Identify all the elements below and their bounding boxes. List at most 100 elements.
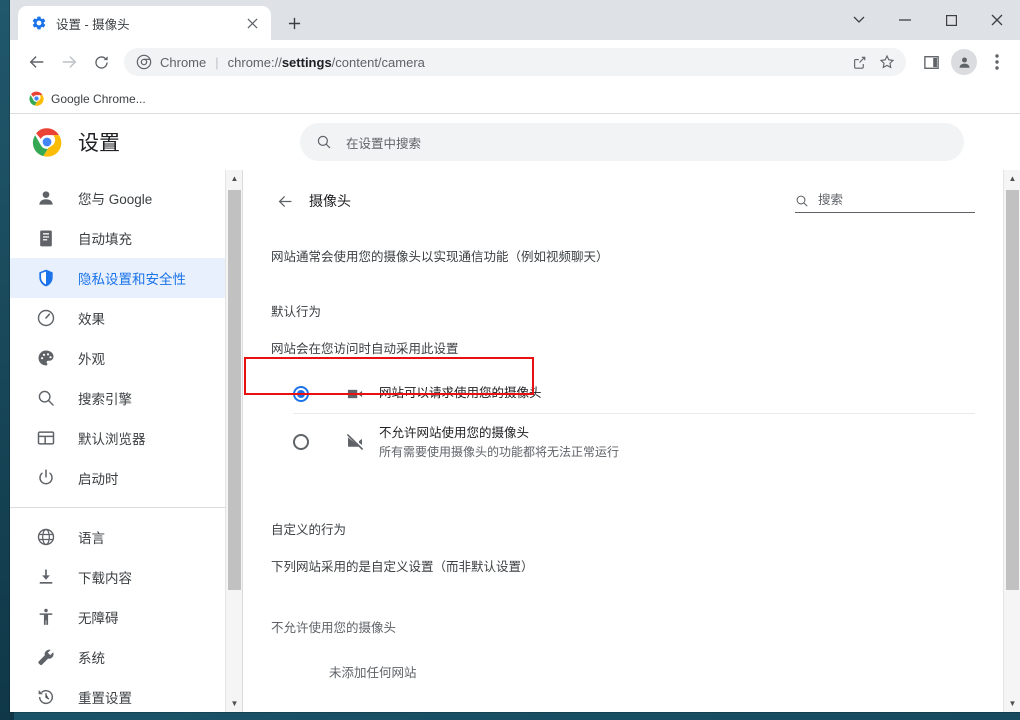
side-panel-button[interactable]	[916, 47, 946, 77]
radio-option-ask[interactable]: 网站可以请求使用您的摄像头	[271, 375, 975, 413]
sidebar-item-label: 隐私设置和安全性	[78, 272, 186, 287]
three-dot-menu-icon	[995, 54, 999, 70]
forward-button[interactable]	[54, 47, 84, 77]
sidebar-item-label: 无障碍	[78, 611, 119, 626]
content-search-field[interactable]: 搜索	[795, 189, 975, 213]
reload-button[interactable]	[86, 47, 116, 77]
settings-body: 您与 Google 自动填充 隐私设置和安全性 效果 外观 搜索引擎 默认浏览器…	[10, 170, 1020, 712]
chrome-icon	[32, 128, 62, 157]
history-restore-icon	[38, 690, 54, 705]
share-glyph-icon	[853, 56, 865, 69]
radio-button-selected[interactable]	[293, 385, 309, 402]
sidebar-item-system[interactable]: 系统	[10, 637, 242, 677]
omnibox-actions	[846, 49, 900, 75]
sidebar-item-reset-settings[interactable]: 重置设置	[10, 677, 242, 712]
sidebar-item-on-startup[interactable]: 启动时	[10, 458, 242, 498]
maximize-button[interactable]	[928, 4, 974, 36]
sidebar-item-label: 系统	[78, 651, 105, 666]
profile-avatar[interactable]	[951, 49, 977, 75]
sidebar-item-label: 外观	[78, 352, 105, 367]
sidebar-item-autofill[interactable]: 自动填充	[10, 218, 242, 258]
url-prefix: chrome://	[227, 54, 282, 70]
videocam-off-icon	[347, 434, 363, 450]
sidebar-item-privacy-and-security[interactable]: 隐私设置和安全性	[10, 258, 242, 298]
sidebar-item-accessibility[interactable]: 无障碍	[10, 597, 242, 637]
sidebar-scrollbar[interactable]: ▲ ▼	[225, 170, 242, 712]
url-bold: settings	[281, 54, 332, 70]
minimize-icon	[899, 19, 911, 21]
url-suffix: /content/camera	[331, 54, 425, 70]
bookmark-label: Google Chrome...	[51, 91, 146, 106]
back-button[interactable]	[271, 187, 299, 215]
side-panel-icon	[923, 55, 939, 69]
chrome-badge-icon	[136, 54, 152, 70]
sidebar-item-label: 搜索引擎	[78, 392, 132, 407]
share-icon[interactable]	[846, 49, 872, 75]
sidebar-item-label: 启动时	[78, 472, 119, 487]
default-behavior-sublabel: 网站会在您访问时自动采用此设置	[271, 341, 459, 356]
sidebar-item-you-and-google[interactable]: 您与 Google	[10, 178, 242, 218]
chrome-menu-button[interactable]	[982, 47, 1012, 77]
sidebar-item-label: 自动填充	[78, 232, 132, 247]
close-window-button[interactable]	[974, 4, 1020, 36]
back-button[interactable]	[22, 47, 52, 77]
radio-button-unselected[interactable]	[293, 434, 309, 451]
avatar-icon	[959, 56, 969, 68]
content-header-row: 摄像头 搜索	[271, 170, 975, 226]
sidebar-item-appearance[interactable]: 外观	[10, 338, 242, 378]
radio-option-texts: 网站可以请求使用您的摄像头	[379, 384, 542, 403]
sidebar-item-languages[interactable]: 语言	[10, 517, 242, 557]
power-icon	[39, 469, 53, 485]
star-glyph-icon	[879, 54, 895, 69]
sidebar-item-performance[interactable]: 效果	[10, 298, 242, 338]
new-tab-button[interactable]	[280, 9, 308, 37]
address-bar[interactable]: Chrome | chrome://settings/content/camer…	[124, 48, 906, 76]
scroll-down-arrow[interactable]: ▼	[1004, 695, 1020, 712]
sidebar-item-default-browser[interactable]: 默认浏览器	[10, 418, 242, 458]
plus-icon	[288, 17, 300, 29]
scroll-up-arrow[interactable]: ▲	[226, 170, 242, 187]
scroll-up-arrow[interactable]: ▲	[1004, 170, 1020, 187]
content-scroll-thumb[interactable]	[1006, 190, 1019, 590]
tab-search-button[interactable]	[836, 4, 882, 36]
radio-option-title: 不允许网站使用您的摄像头	[379, 425, 530, 440]
omnibox-separator: |	[215, 54, 219, 70]
camera-description: 网站通常会使用您的摄像头以实现通信功能（例如视频聊天）	[271, 250, 609, 264]
custom-behavior-label: 自定义的行为	[271, 522, 347, 537]
close-icon	[246, 17, 258, 29]
content-scrollbar[interactable]: ▲ ▼	[1003, 170, 1020, 712]
bookmark-item[interactable]: Google Chrome...	[23, 88, 152, 109]
radio-option-block[interactable]: 不允许网站使用您的摄像头 所有需要使用摄像头的功能都将无法正常运行	[271, 414, 975, 471]
tab-title: 设置 - 摄像头	[56, 17, 130, 32]
sidebar-scroll-thumb[interactable]	[228, 190, 241, 590]
sidebar-item-label: 下载内容	[78, 571, 132, 586]
content-search-placeholder: 搜索	[818, 193, 844, 207]
settings-page: 设置 在设置中搜索 您与 Google 自动填充 隐私设置和安全性 效果 外观 …	[10, 114, 1020, 712]
settings-header: 设置 在设置中搜索	[10, 114, 1020, 170]
minimize-button[interactable]	[882, 4, 928, 36]
bookmark-star-icon[interactable]	[874, 49, 900, 75]
download-icon	[39, 569, 53, 584]
omnibox-url: chrome://settings/content/camera	[228, 55, 425, 70]
browser-toolbar: Chrome | chrome://settings/content/camer…	[10, 40, 1020, 84]
sidebar-item-search-engine[interactable]: 搜索引擎	[10, 378, 242, 418]
blocked-sites-label: 不允许使用您的摄像头	[271, 620, 397, 635]
settings-brand[interactable]: 设置	[32, 127, 300, 157]
sidebar-item-label: 效果	[78, 312, 105, 327]
content-inner: 摄像头 搜索 网站通常会使用您的摄像头以实现通信功能（例如视频聊天） 默认行为 …	[243, 170, 1020, 712]
person-icon	[39, 191, 53, 205]
custom-behavior-sublabel: 下列网站采用的是自定义设置（而非默认设置）	[271, 559, 534, 574]
radio-option-texts: 不允许网站使用您的摄像头 所有需要使用摄像头的功能都将无法正常运行	[379, 424, 619, 461]
globe-icon	[37, 528, 55, 546]
close-icon	[991, 14, 1003, 26]
tab-close-button[interactable]	[243, 14, 261, 32]
sidebar-item-label: 您与 Google	[78, 192, 153, 207]
scroll-down-arrow[interactable]: ▼	[226, 695, 242, 712]
sidebar-item-downloads[interactable]: 下载内容	[10, 557, 242, 597]
default-behavior-label: 默认行为	[271, 304, 322, 319]
browser-tab[interactable]: 设置 - 摄像头	[18, 6, 271, 40]
videocam-icon	[347, 389, 363, 398]
settings-search-box[interactable]: 在设置中搜索	[300, 123, 964, 161]
settings-sidebar: 您与 Google 自动填充 隐私设置和安全性 效果 外观 搜索引擎 默认浏览器…	[10, 170, 242, 712]
settings-content: 摄像头 搜索 网站通常会使用您的摄像头以实现通信功能（例如视频聊天） 默认行为 …	[242, 170, 1020, 712]
